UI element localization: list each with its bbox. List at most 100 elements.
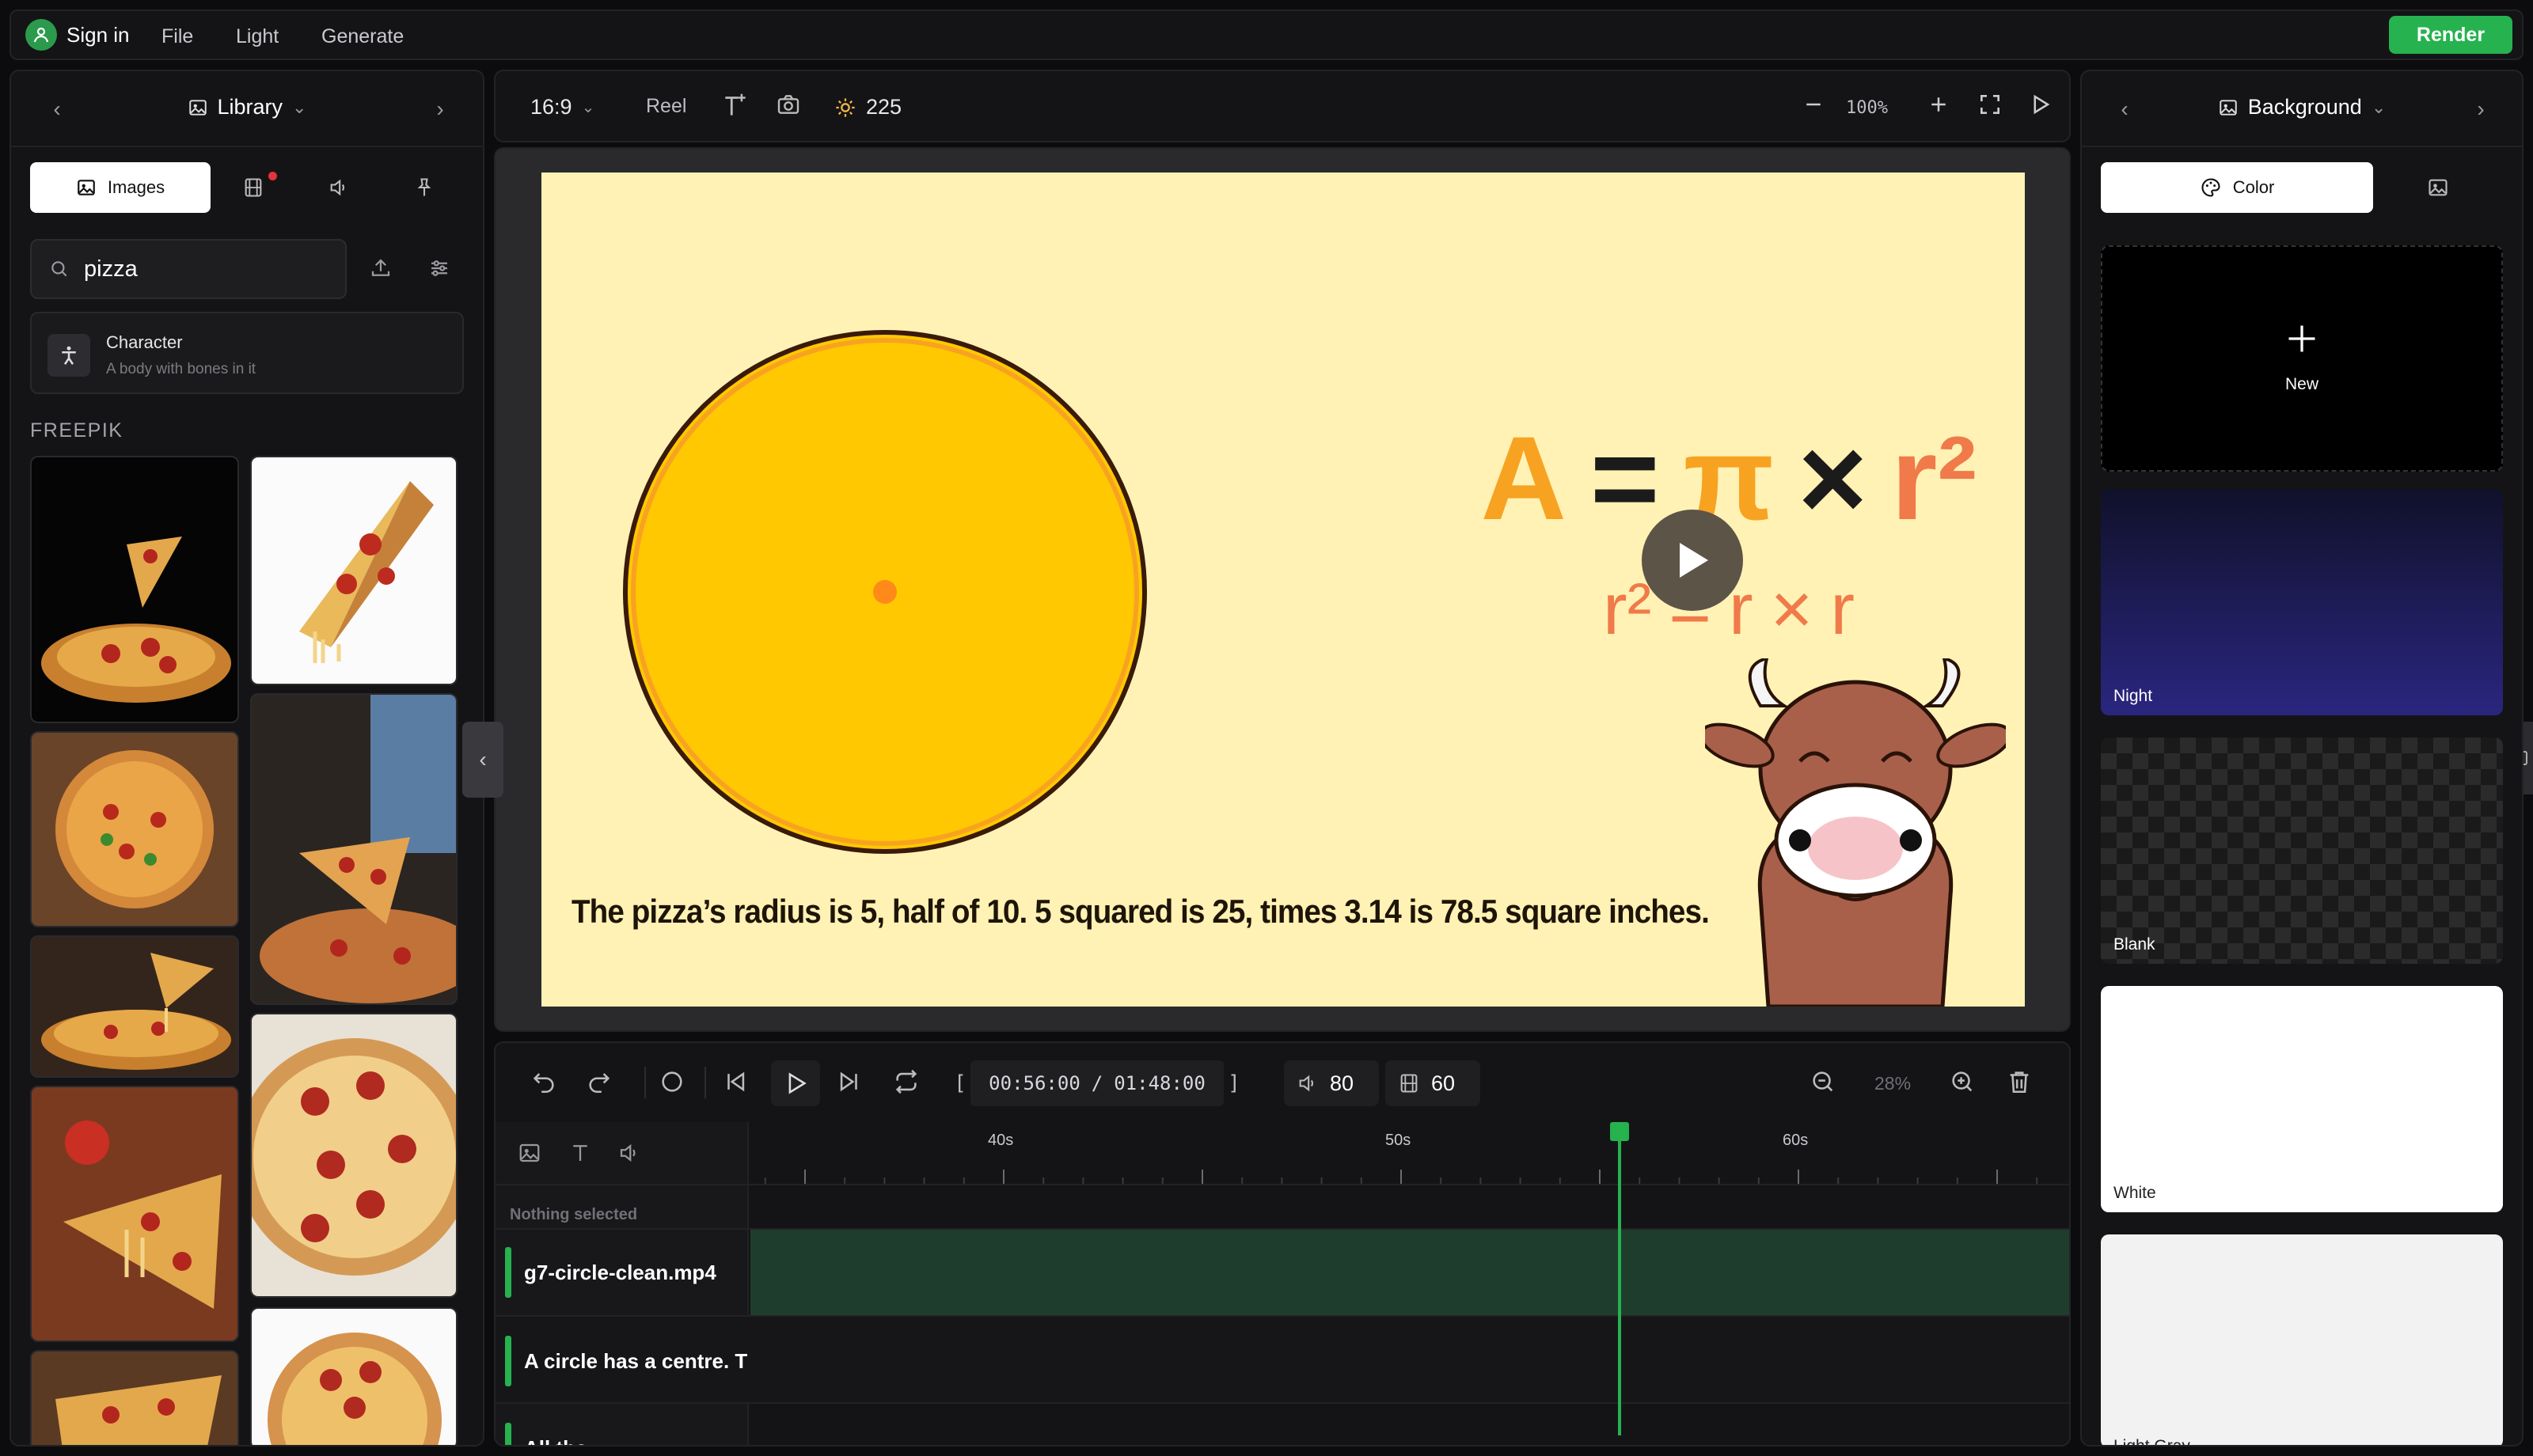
image-thumbnail[interactable] <box>250 1307 458 1445</box>
aspect-ratio-select[interactable]: 16:9 ⌄ <box>530 95 594 119</box>
image-thumbnail[interactable] <box>250 1013 458 1298</box>
zoom-in-button[interactable] <box>1927 90 1950 119</box>
ruler-label: 50s <box>1385 1132 1411 1149</box>
add-text-track-button[interactable] <box>568 1141 592 1165</box>
video-clip[interactable] <box>750 1230 2069 1315</box>
tab-video[interactable] <box>211 162 296 213</box>
skip-back-button[interactable] <box>722 1068 749 1095</box>
trash-icon <box>2010 1071 2029 1094</box>
playhead-handle[interactable] <box>1610 1122 1630 1141</box>
tab-pinned[interactable] <box>382 162 467 213</box>
search-value: pizza <box>84 256 138 282</box>
menu-file[interactable]: File <box>161 25 193 48</box>
preset-label: White <box>2113 1184 2156 1202</box>
track-label[interactable]: A circle has a centre. T <box>505 1336 747 1386</box>
new-label: New <box>2284 375 2318 393</box>
volume-value: 80 <box>1330 1071 1354 1095</box>
timeline-zoom-level: 28% <box>1874 1073 1912 1094</box>
menu-generate[interactable]: Generate <box>321 25 404 48</box>
volume-control[interactable]: 80 <box>1284 1060 1379 1106</box>
skip-forward-icon <box>840 1071 857 1092</box>
image-thumbnail[interactable] <box>30 456 239 723</box>
image-icon <box>2219 99 2237 116</box>
track-label[interactable]: g7-circle-clean.mp4 <box>505 1247 716 1298</box>
track-name: All the <box>524 1436 587 1446</box>
timeline-zoom-out-button[interactable] <box>1810 1068 1836 1095</box>
loop-button[interactable] <box>893 1068 920 1095</box>
record-button[interactable] <box>659 1068 685 1095</box>
snapshot-button[interactable] <box>776 92 801 117</box>
play-overlay-button[interactable] <box>1642 510 1743 611</box>
zoom-out-button[interactable] <box>1802 90 1825 119</box>
search-input[interactable]: pizza <box>30 239 347 299</box>
play-button[interactable] <box>771 1060 820 1106</box>
timeline-zoom-in-button[interactable] <box>1949 1068 1976 1095</box>
redo-button[interactable] <box>586 1068 613 1095</box>
track-spacer <box>496 1184 2069 1228</box>
sliders-icon <box>431 260 447 276</box>
timeline-track: g7-circle-clean.mp4 <box>496 1228 2069 1315</box>
pin-icon <box>417 178 431 196</box>
character-subtitle: A body with bones in it <box>106 361 256 377</box>
minus-icon <box>1806 103 1821 106</box>
chevron-right-icon[interactable]: › <box>426 95 454 123</box>
delete-button[interactable] <box>2006 1068 2033 1095</box>
image-thumbnail[interactable] <box>250 456 458 685</box>
tab-image[interactable] <box>2373 162 2503 213</box>
fps-control[interactable]: 60 <box>1385 1060 1480 1106</box>
play-icon <box>788 1072 807 1094</box>
tab-color-label: Color <box>2232 177 2275 197</box>
track-label[interactable]: All the <box>505 1423 587 1446</box>
sign-in-button[interactable]: Sign in <box>25 17 130 52</box>
sun-icon <box>836 97 855 117</box>
collapse-library-button[interactable]: ‹ <box>462 722 503 798</box>
upload-icon <box>371 259 390 276</box>
add-text-button[interactable] <box>720 90 750 120</box>
background-header: ‹ Background ⌄ › <box>2082 71 2522 147</box>
undo-button[interactable] <box>530 1068 557 1095</box>
image-thumbnail[interactable] <box>30 1086 239 1342</box>
tab-images[interactable]: Images <box>30 162 211 213</box>
background-title[interactable]: Background ⌄ <box>2082 95 2522 119</box>
background-preset-blank[interactable]: Blank <box>2101 737 2503 964</box>
canvas-toolbar: 16:9 ⌄ Reel 225 100% <box>494 70 2071 142</box>
new-background-button[interactable]: New <box>2101 245 2503 472</box>
image-thumbnail[interactable] <box>30 731 239 927</box>
tab-audio[interactable] <box>296 162 382 213</box>
chevron-right-icon[interactable]: › <box>2467 95 2495 123</box>
caption-text: The pizza’s radius is 5, half of 10. 5 s… <box>572 893 1710 930</box>
fullscreen-button[interactable] <box>1977 92 2003 117</box>
playhead[interactable] <box>1610 1122 1630 1435</box>
filter-button[interactable] <box>420 248 459 288</box>
timecode-display[interactable]: [ 00:56:00 / 01:48:00 ] <box>950 1060 1259 1106</box>
render-button[interactable]: Render <box>2389 16 2512 54</box>
add-image-track-button[interactable] <box>518 1141 541 1165</box>
background-preset-white[interactable]: White <box>2101 986 2503 1212</box>
image-thumbnail[interactable] <box>250 693 458 1005</box>
track-color-bar <box>505 1423 511 1445</box>
add-audio-track-button[interactable] <box>617 1141 641 1165</box>
video-canvas[interactable]: A = π × r² r² = r × r The pizza’s radi <box>541 173 2025 1007</box>
image-thumbnail[interactable] <box>30 1350 239 1445</box>
image-thumbnail[interactable] <box>30 935 239 1078</box>
background-tabs: Color <box>2101 161 2503 214</box>
background-preset-light-gray[interactable]: Light Gray <box>2101 1234 2503 1445</box>
reel-button[interactable]: Reel <box>646 95 686 118</box>
menu-light[interactable]: Light <box>236 25 279 48</box>
tab-color[interactable]: Color <box>2101 162 2373 213</box>
preview-play-button[interactable] <box>2028 92 2052 117</box>
film-icon <box>245 178 262 197</box>
skip-forward-button[interactable] <box>836 1068 863 1095</box>
in-point-bracket: [ <box>954 1071 966 1095</box>
upload-button[interactable] <box>361 248 401 288</box>
character-card[interactable]: Character A body with bones in it <box>30 312 464 394</box>
fullscreen-icon <box>1980 95 1999 114</box>
timeline-panel: [ 00:56:00 / 01:48:00 ] 80 60 28% Nothin… <box>494 1041 2071 1447</box>
image-icon <box>78 180 95 195</box>
library-title[interactable]: Library ⌄ <box>11 95 483 119</box>
search-icon <box>51 261 67 277</box>
track-color-bar <box>505 1336 511 1386</box>
brightness-control[interactable]: 225 <box>834 95 902 119</box>
background-preset-night[interactable]: Night <box>2101 489 2503 715</box>
text-icon <box>573 1145 587 1161</box>
